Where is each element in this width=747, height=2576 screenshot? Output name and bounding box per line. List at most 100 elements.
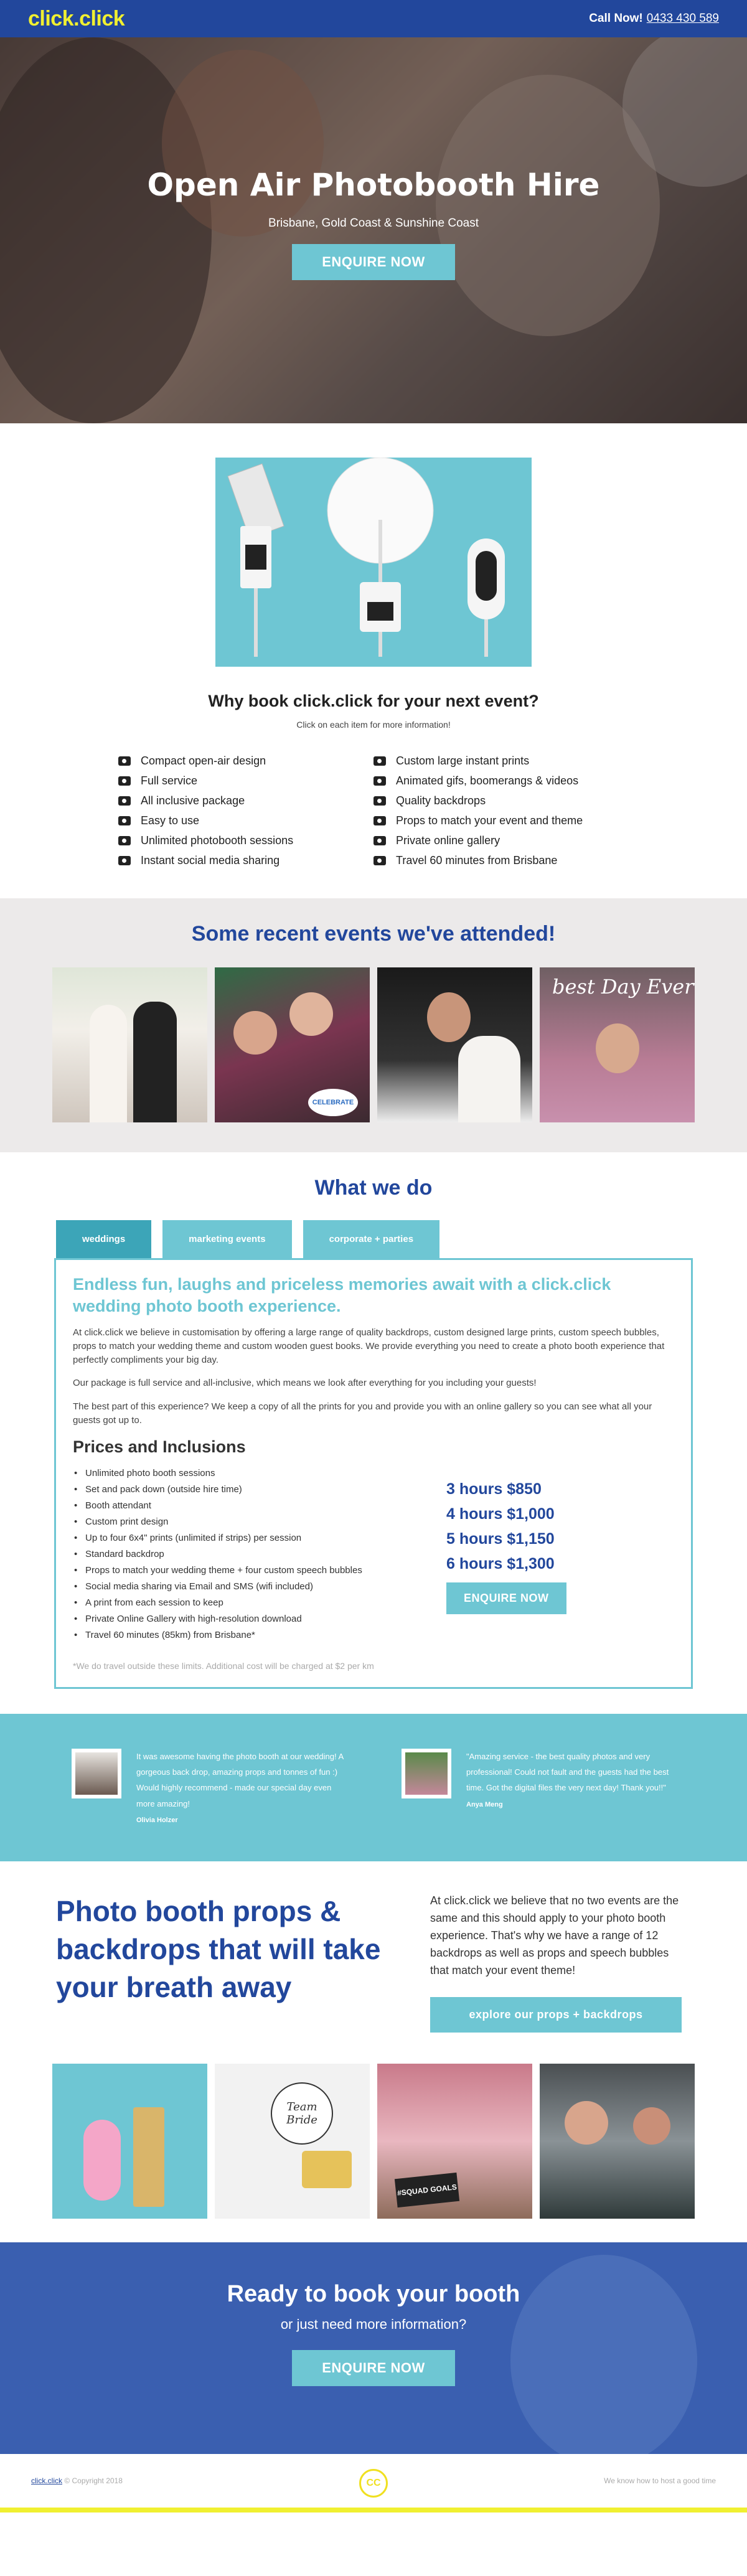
price-item: 6 hours $1,300 (446, 1554, 555, 1572)
inclusion-item: Props to match your wedding theme + four… (73, 1563, 446, 1579)
feature-item[interactable]: Easy to use (118, 814, 374, 827)
props-title: Photo booth props & backdrops that will … (56, 1895, 381, 2003)
feature-item[interactable]: Travel 60 minutes from Brisbane (374, 854, 629, 867)
event-photo[interactable]: best Day Ever (540, 967, 695, 1122)
inclusion-item: Custom print design (73, 1514, 446, 1530)
testimonial-card: "Amazing service - the best quality phot… (402, 1748, 675, 1824)
footer-copyright: click.click © Copyright 2018 (31, 2476, 123, 2486)
site-header: click.click Call Now! 0433 430 589 (0, 0, 747, 37)
feature-item[interactable]: Unlimited photobooth sessions (118, 834, 374, 847)
inclusions-list: Unlimited photo booth sessions Set and p… (73, 1465, 446, 1643)
props-photo[interactable]: #SQUAD GOALS (377, 2064, 532, 2219)
price-list: 3 hours $850 4 hours $1,000 5 hours $1,1… (446, 1465, 566, 1643)
camera-icon (118, 856, 131, 865)
feature-item[interactable]: Full service (118, 774, 374, 787)
event-photo[interactable] (52, 967, 207, 1122)
photobooth-image (215, 457, 532, 667)
camera-icon (118, 816, 131, 825)
call-label: Call Now! (589, 12, 643, 25)
prices-title: Prices and Inclusions (73, 1437, 246, 1456)
inclusion-item: Booth attendant (73, 1498, 446, 1514)
backdrop-text: best Day Ever (552, 975, 694, 999)
cta-title: Ready to book your booth (227, 2281, 520, 2308)
props-photo[interactable] (52, 2064, 207, 2219)
camera-icon (118, 756, 131, 766)
recent-events-section: Some recent events we've attended! CELEB… (0, 898, 747, 1152)
testimonials-section: It was awesome having the photo booth at… (0, 1713, 747, 1862)
why-subtitle: Click on each item for more information! (296, 720, 451, 730)
camera-icon (118, 796, 131, 806)
weddings-enquire-button[interactable]: ENQUIRE NOW (446, 1582, 566, 1614)
inclusion-item: Private Online Gallery with high-resolut… (73, 1611, 446, 1627)
site-footer: click.click © Copyright 2018 CC We know … (0, 2454, 747, 2513)
inclusion-item: Up to four 6x4" prints (unlimited if str… (73, 1530, 446, 1546)
hero-title: Open Air Photobooth Hire (147, 167, 600, 203)
props-photo[interactable] (540, 2064, 695, 2219)
testimonial-author: Anya Meng (466, 1800, 503, 1808)
inclusion-item: Unlimited photo booth sessions (73, 1465, 446, 1482)
camera-icon (374, 856, 386, 865)
weddings-paragraph: The best part of this experience? We kee… (73, 1401, 652, 1426)
testimonial-card: It was awesome having the photo booth at… (72, 1748, 345, 1825)
weddings-paragraph: At click.click we believe in customisati… (73, 1327, 665, 1365)
inclusion-item: A print from each session to keep (73, 1595, 446, 1611)
squad-goals-sign: #SQUAD GOALS (394, 2173, 460, 2208)
camera-icon (118, 776, 131, 786)
camera-icon (374, 816, 386, 825)
features-grid: Compact open-air design Custom large ins… (118, 754, 629, 867)
camera-icon (374, 836, 386, 845)
inclusion-item: Travel 60 minutes (85km) from Brisbane* (73, 1627, 446, 1643)
what-we-do-section: What we do weddings marketing events cor… (0, 1152, 747, 1714)
service-tabs: weddings marketing events corporate + pa… (56, 1220, 691, 1258)
event-photo[interactable] (377, 967, 532, 1122)
hero-subtitle: Brisbane, Gold Coast & Sunshine Coast (268, 217, 479, 230)
hero-enquire-button[interactable]: ENQUIRE NOW (292, 244, 455, 280)
camera-icon (374, 776, 386, 786)
feature-item[interactable]: Props to match your event and theme (374, 814, 629, 827)
feature-item[interactable]: Compact open-air design (118, 754, 374, 768)
footer-home-link[interactable]: click.click (31, 2476, 62, 2485)
testimonial-author: Olivia Holzer (136, 1817, 178, 1825)
explore-props-button[interactable]: explore our props + backdrops (430, 1996, 682, 2033)
phone-link[interactable]: 0433 430 589 (647, 12, 719, 25)
testimonial-quote: It was awesome having the photo booth at… (136, 1751, 344, 1808)
feature-item[interactable]: Animated gifs, boomerangs & videos (374, 774, 629, 787)
weddings-heading: Endless fun, laughs and priceless memori… (73, 1275, 611, 1316)
props-photo[interactable]: Team Bride (215, 2064, 370, 2219)
props-section: Photo booth props & backdrops that will … (0, 1861, 747, 2064)
cta-section: Ready to book your booth or just need mo… (0, 2242, 747, 2455)
camera-icon (118, 836, 131, 845)
cta-enquire-button[interactable]: ENQUIRE NOW (292, 2350, 455, 2387)
recent-events-title: Some recent events we've attended! (191, 922, 556, 946)
event-photo[interactable]: CELEBRATE (215, 967, 370, 1122)
feature-item[interactable]: All inclusive package (118, 794, 374, 807)
avatar (72, 1748, 121, 1798)
hero-banner: Open Air Photobooth Hire Brisbane, Gold … (0, 0, 747, 423)
props-gallery: Team Bride #SQUAD GOALS (0, 2064, 747, 2242)
cta-subtitle: or just need more information? (280, 2316, 467, 2333)
testimonial-quote: "Amazing service - the best quality phot… (466, 1751, 669, 1793)
inclusion-item: Social media sharing via Email and SMS (… (73, 1579, 446, 1595)
price-item: 4 hours $1,000 (446, 1505, 555, 1523)
site-logo[interactable]: click.click (28, 7, 125, 31)
tab-weddings[interactable]: weddings (56, 1220, 152, 1258)
props-text: At click.click we believe that no two ev… (430, 1894, 679, 1977)
tab-marketing-events[interactable]: marketing events (162, 1220, 292, 1258)
travel-note: *We do travel outside these limits. Addi… (73, 1660, 374, 1671)
celebrate-sticker: CELEBRATE (308, 1089, 358, 1116)
feature-item[interactable]: Private online gallery (374, 834, 629, 847)
price-item: 5 hours $1,150 (446, 1530, 555, 1548)
feature-item[interactable]: Instant social media sharing (118, 854, 374, 867)
weddings-paragraph: Our package is full service and all-incl… (73, 1378, 537, 1389)
why-section: Why book click.click for your next event… (0, 423, 747, 898)
feature-item[interactable]: Custom large instant prints (374, 754, 629, 768)
footer-tagline: We know how to host a good time (604, 2476, 716, 2486)
tab-corporate-parties[interactable]: corporate + parties (303, 1220, 440, 1258)
feature-item[interactable]: Quality backdrops (374, 794, 629, 807)
camera-icon (374, 756, 386, 766)
team-bride-sign: Team Bride (271, 2082, 333, 2145)
inclusion-item: Set and pack down (outside hire time) (73, 1482, 446, 1498)
camera-icon (374, 796, 386, 806)
footer-logo[interactable]: CC (359, 2469, 388, 2498)
recent-events-gallery: CELEBRATE best Day Ever (0, 967, 747, 1122)
